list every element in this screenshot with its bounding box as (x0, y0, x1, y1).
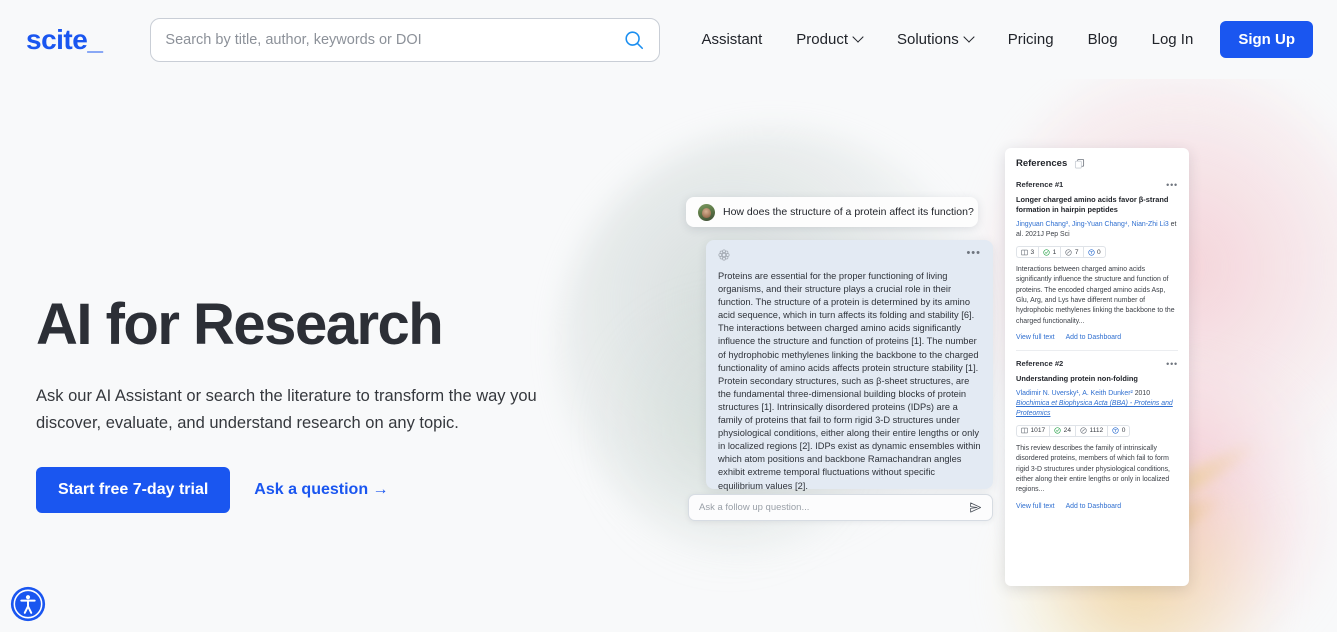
contrasting-icon (1112, 427, 1119, 434)
nav-item-pricing[interactable]: Pricing (991, 23, 1071, 56)
references-title: References (1016, 158, 1068, 169)
nav-item-login[interactable]: Log In (1135, 23, 1211, 56)
citations-icon (1021, 428, 1028, 434)
nav-label: Pricing (1007, 31, 1054, 48)
nav-label: Blog (1087, 31, 1118, 48)
chat-answer-bubble: ••• Proteins are essential for the prope… (706, 240, 993, 491)
follow-up-input-bar[interactable] (688, 494, 993, 521)
hero-cta-group: Start free 7-day trial Ask a question → (36, 466, 596, 513)
badge-citations[interactable]: 3 (1016, 246, 1039, 259)
reference-label: Reference #2 (1016, 359, 1064, 369)
reference-actions: View full text Add to Dashboard (1016, 503, 1178, 510)
badge-mentioning[interactable]: 7 (1060, 246, 1083, 259)
badge-supporting[interactable]: 1 (1038, 246, 1061, 259)
nav-label: Product (796, 31, 848, 48)
ask-a-question-link[interactable]: Ask a question → (254, 481, 388, 499)
chat-answer-text: Proteins are essential for the proper fu… (718, 271, 981, 491)
reference-card: Reference #2 ••• Understanding protein n… (1016, 359, 1178, 510)
search-bar[interactable] (150, 17, 661, 62)
nav-item-assistant[interactable]: Assistant (684, 23, 779, 56)
citations-icon (1021, 249, 1028, 255)
search-icon[interactable] (623, 29, 645, 51)
badge-value: 1017 (1030, 427, 1046, 435)
chevron-down-icon (965, 33, 974, 42)
reference-authors-link[interactable]: Jingyuan Chang³, Jing-Yuan Chang⁴, Nian-… (1016, 221, 1169, 228)
nav-item-solutions[interactable]: Solutions (880, 23, 991, 56)
follow-up-input[interactable] (699, 502, 969, 513)
page-title: AI for Research (36, 292, 444, 357)
send-icon[interactable] (969, 501, 982, 514)
badge-contrasting[interactable]: 0 (1082, 246, 1106, 259)
chevron-down-icon (854, 33, 863, 42)
reference-actions: View full text Add to Dashboard (1016, 334, 1178, 341)
badge-value: 1112 (1089, 427, 1104, 435)
mentioning-icon (1080, 427, 1087, 434)
start-free-trial-button[interactable]: Start free 7-day trial (36, 466, 231, 513)
badge-value: 24 (1063, 427, 1072, 435)
site-header: scite_ Assistant Product Solutions Prici… (0, 0, 1337, 79)
references-panel: References Reference #1 ••• Longer charg… (1005, 148, 1189, 586)
more-options-icon[interactable]: ••• (1166, 180, 1178, 189)
reference-label: Reference #1 (1016, 180, 1064, 189)
supporting-icon (1054, 427, 1061, 434)
supporting-icon (1043, 248, 1050, 256)
badge-mentioning[interactable]: 1112 (1075, 424, 1108, 437)
user-avatar (698, 203, 715, 221)
reference-authors: Vladimir N. Uversky¹, A. Keith Dunker² 2… (1016, 389, 1178, 418)
add-to-dashboard-link[interactable]: Add to Dashboard (1066, 503, 1122, 510)
reference-card-header: Reference #1 ••• (1016, 180, 1178, 189)
reference-abstract: This review describes the family of intr… (1016, 444, 1170, 494)
hero-section: AI for Research Ask our AI Assistant or … (36, 294, 596, 513)
badge-value: 1 (1052, 248, 1057, 256)
accessibility-icon[interactable] (10, 586, 46, 622)
badge-supporting[interactable]: 24 (1049, 424, 1076, 437)
reference-authors: Jingyuan Chang³, Jing-Yuan Chang⁴, Nian-… (1016, 220, 1178, 240)
mentioning-icon (1065, 248, 1072, 256)
reference-journal-link[interactable]: Biochimica et Biophysica Acta (BBA) - Pr… (1016, 399, 1178, 419)
reference-badges: 1017 24 1112 0 (1016, 424, 1178, 437)
more-options-icon[interactable]: ••• (1166, 359, 1178, 368)
reference-authors-link[interactable]: Vladimir N. Uversky¹, A. Keith Dunker² (1016, 390, 1133, 397)
reference-badges: 3 1 7 0 (1016, 246, 1178, 259)
page-root: scite_ Assistant Product Solutions Prici… (0, 0, 1337, 632)
badge-value: 0 (1097, 248, 1101, 256)
hero-subtitle: Ask our AI Assistant or search the liter… (36, 387, 537, 433)
contrasting-icon (1087, 248, 1095, 256)
nav-label: Log In (1151, 31, 1194, 48)
view-full-text-link[interactable]: View full text (1016, 334, 1055, 341)
site-logo[interactable]: scite_ (26, 24, 103, 56)
main-navigation: Assistant Product Solutions Pricing Blog… (684, 21, 1313, 58)
chat-question-text: How does the structure of a protein affe… (723, 206, 974, 218)
badge-value: 0 (1121, 427, 1126, 435)
chat-question-bubble: How does the structure of a protein affe… (686, 197, 978, 227)
badge-contrasting[interactable]: 0 (1107, 424, 1131, 437)
search-input[interactable] (165, 31, 624, 48)
copy-icon[interactable] (1074, 158, 1085, 169)
chat-answer-header: ••• (718, 248, 981, 266)
reference-card: Reference #1 ••• Longer charged amino ac… (1016, 180, 1178, 341)
reference-abstract: Interactions between charged amino acids… (1016, 266, 1175, 325)
nav-item-blog[interactable]: Blog (1071, 23, 1135, 56)
nav-label: Assistant (701, 31, 763, 48)
badge-value: 7 (1074, 248, 1079, 256)
assistant-flower-icon (718, 249, 730, 261)
reference-title: Longer charged amino acids favor β-stran… (1016, 195, 1169, 215)
more-options-icon[interactable]: ••• (966, 248, 981, 259)
nav-item-product[interactable]: Product (779, 23, 880, 56)
divider (1016, 350, 1178, 352)
reference-title: Understanding protein non-folding (1016, 374, 1138, 384)
nav-label: Solutions (897, 31, 959, 48)
reference-authors-meta: 2010 (1132, 390, 1151, 398)
view-full-text-link[interactable]: View full text (1016, 503, 1055, 510)
badge-citations[interactable]: 1017 (1016, 424, 1050, 437)
badge-value: 3 (1030, 248, 1035, 256)
sign-up-button[interactable]: Sign Up (1220, 21, 1313, 58)
reference-card-header: Reference #2 ••• (1016, 359, 1178, 368)
add-to-dashboard-link[interactable]: Add to Dashboard (1066, 334, 1122, 341)
references-header: References (1016, 158, 1178, 169)
